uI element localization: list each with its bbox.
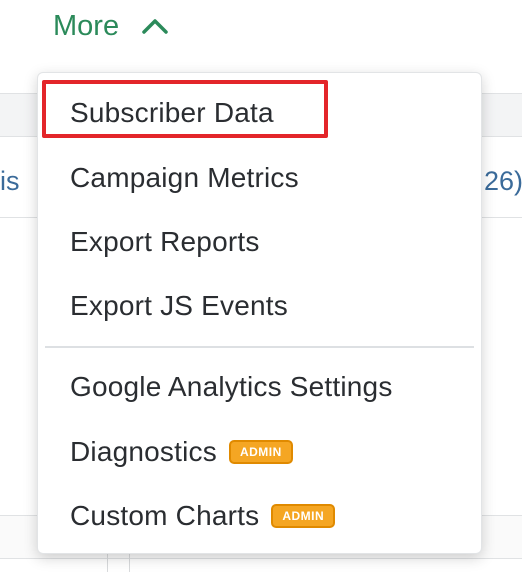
menu-item-label: Diagnostics xyxy=(70,436,217,467)
menu-item-export-reports[interactable]: Export Reports xyxy=(70,217,260,267)
admin-badge: ADMIN xyxy=(271,504,336,528)
menu-item-label: Subscriber Data xyxy=(70,97,274,128)
chevron-up-icon xyxy=(141,17,169,35)
more-dropdown-menu: Subscriber Data Campaign Metrics Export … xyxy=(37,72,482,554)
menu-item-label: Campaign Metrics xyxy=(70,162,299,193)
menu-item-label: Custom Charts xyxy=(70,500,260,531)
menu-item-campaign-metrics[interactable]: Campaign Metrics xyxy=(70,153,299,203)
more-toggle-label: More xyxy=(53,9,120,42)
menu-divider xyxy=(45,346,474,348)
page: is 26) More Subscriber Data Campaign Met… xyxy=(0,0,522,572)
menu-item-label: Export Reports xyxy=(70,226,260,257)
menu-item-subscriber-data[interactable]: Subscriber Data xyxy=(70,88,274,138)
admin-badge: ADMIN xyxy=(228,440,293,464)
more-toggle-button[interactable]: More xyxy=(53,4,169,48)
menu-item-export-js-events[interactable]: Export JS Events xyxy=(70,281,288,331)
menu-item-custom-charts[interactable]: Custom Charts ADMIN xyxy=(70,491,336,541)
background-link-fragment: 26) xyxy=(484,166,522,196)
background-link-fragment: is xyxy=(0,166,20,196)
menu-item-diagnostics[interactable]: Diagnostics ADMIN xyxy=(70,427,293,477)
menu-item-label: Export JS Events xyxy=(70,290,288,321)
menu-item-google-analytics-settings[interactable]: Google Analytics Settings xyxy=(70,362,393,412)
menu-item-label: Google Analytics Settings xyxy=(70,371,393,402)
